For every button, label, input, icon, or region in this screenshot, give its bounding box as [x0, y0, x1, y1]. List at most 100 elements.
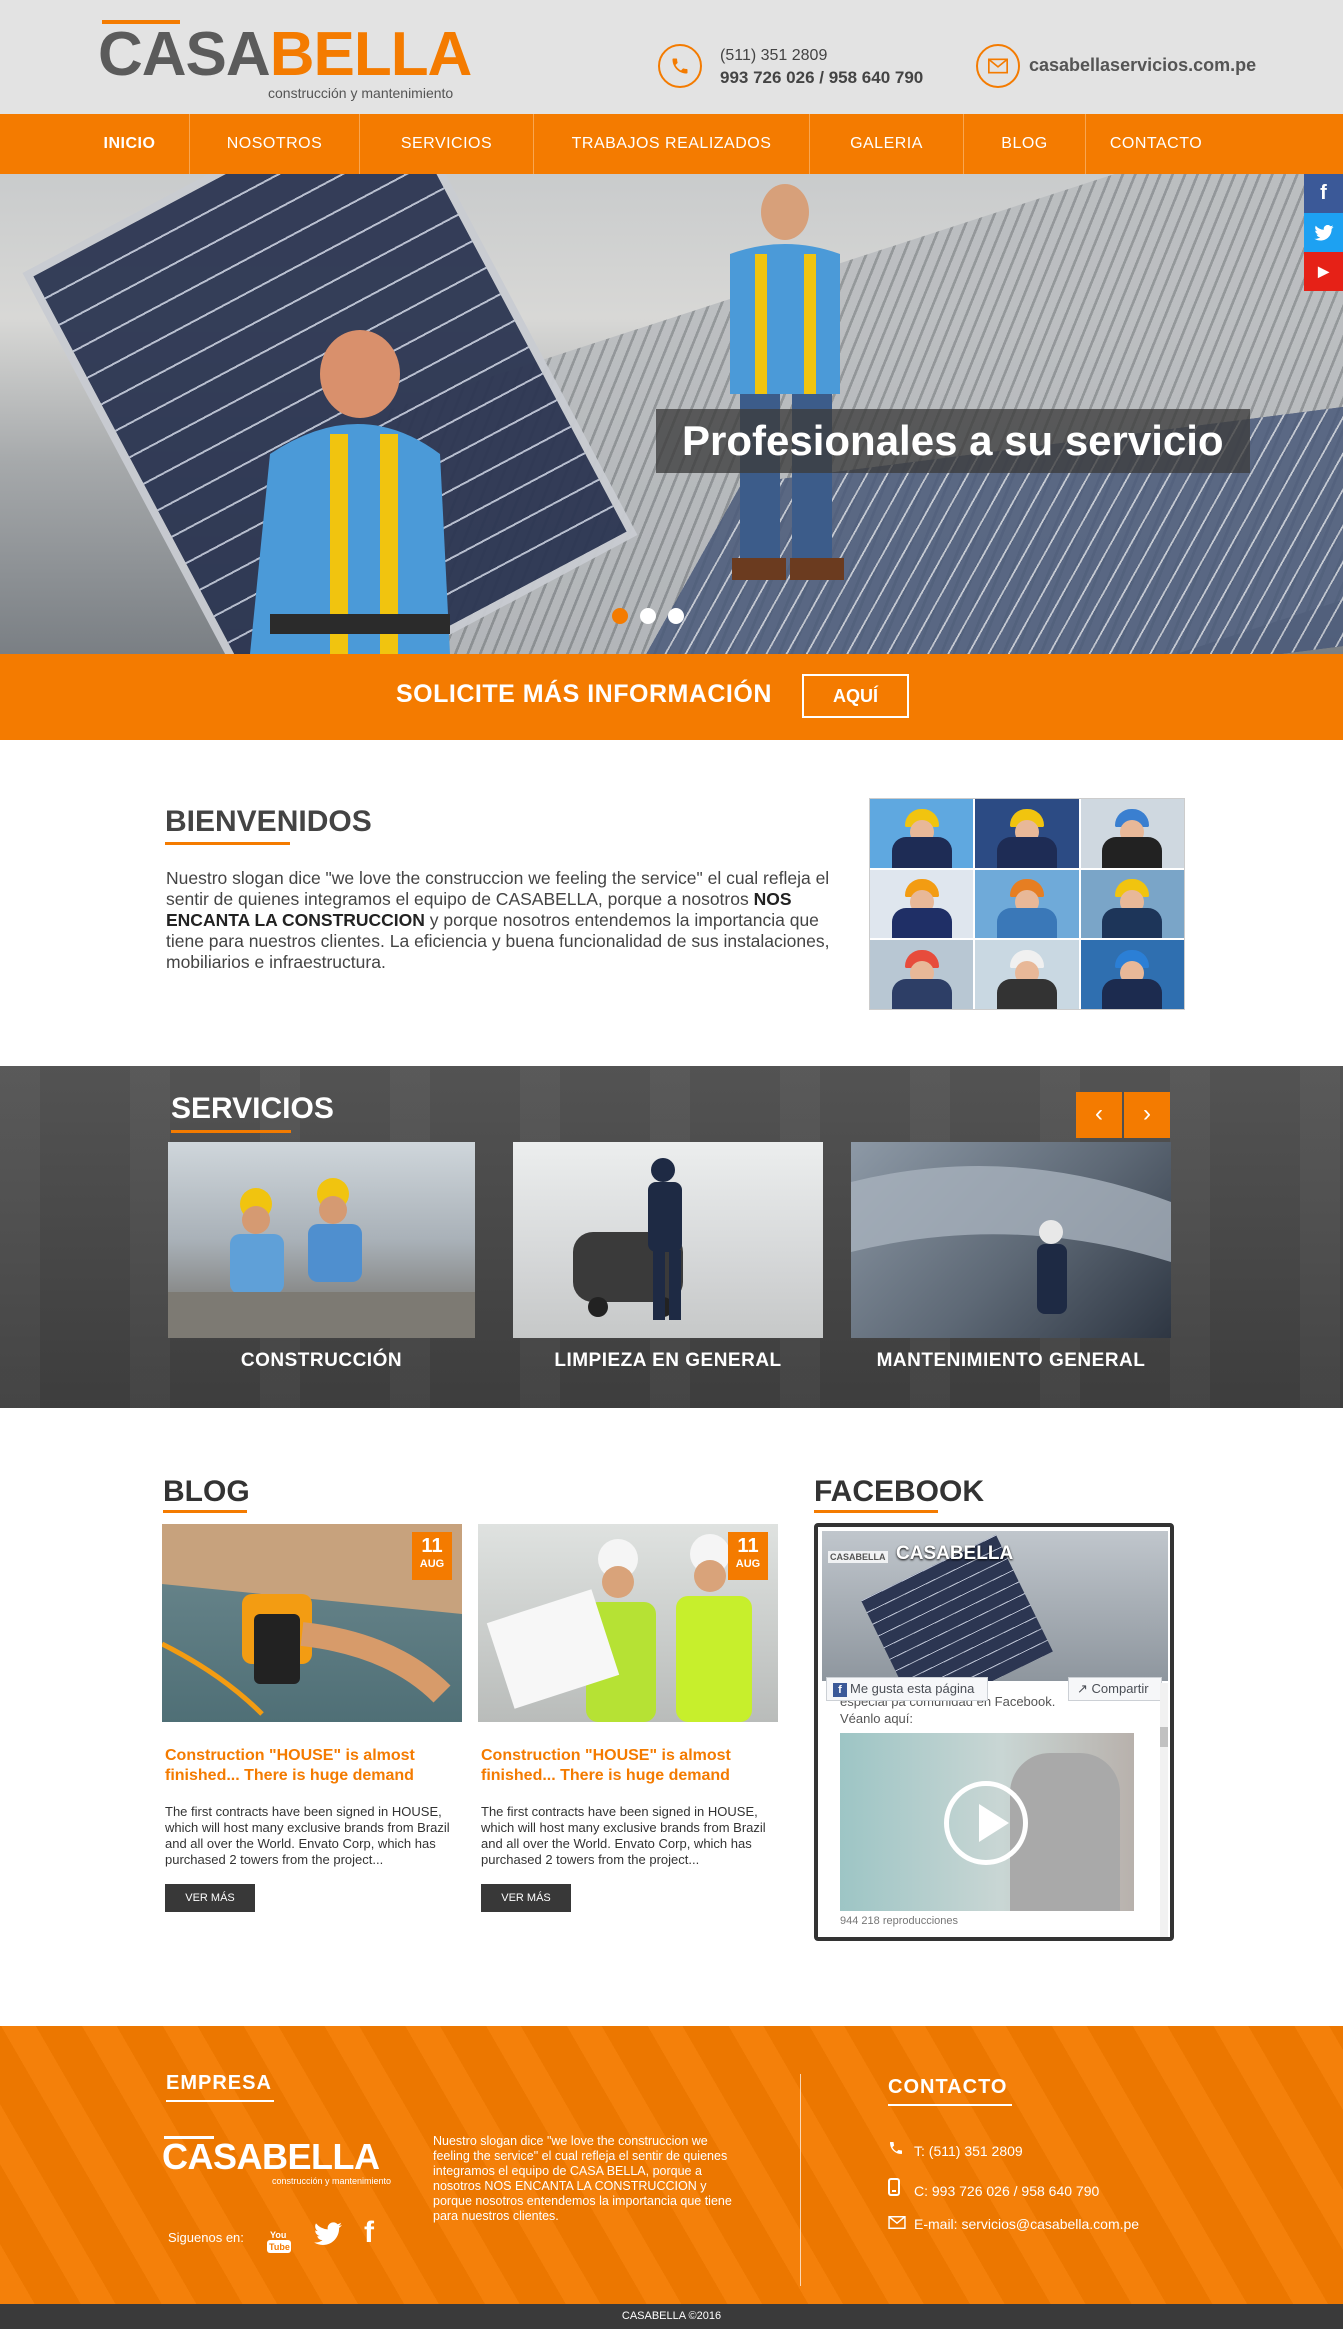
slider-dot-2[interactable] [640, 608, 656, 624]
facebook-video[interactable] [840, 1733, 1134, 1911]
nav-item-nosotros[interactable]: NOSOTROS [190, 114, 360, 174]
nav-item-contacto[interactable]: CONTACTO [1086, 114, 1226, 174]
twitter-icon[interactable] [314, 2222, 342, 2252]
youtube-icon[interactable]: You Tube [266, 2228, 292, 2257]
main-nav: INICIO NOSOTROS SERVICIOS TRABAJOS REALI… [0, 114, 1343, 174]
slider-dot-3[interactable] [668, 608, 684, 624]
svg-text:Tube: Tube [269, 2242, 290, 2252]
facebook-title-underline [814, 1510, 938, 1513]
facebook-icon[interactable]: f [1304, 174, 1343, 213]
cta-banner: SOLICITE MÁS INFORMACIÓN AQUÍ [0, 654, 1343, 740]
blog-post-1-read-more-button[interactable]: VER MÁS [165, 1884, 255, 1912]
service-label-limpieza[interactable]: LIMPIEZA EN GENERAL [513, 1350, 823, 1372]
blog-post-2-month: AUG [735, 1558, 761, 1570]
header-website: casabellaservicios.com.pe [976, 44, 1316, 94]
blog-post-2-excerpt: The first contracts have been signed in … [481, 1804, 766, 1867]
hero-worker-left [250, 330, 450, 654]
footer-logo[interactable]: CASABELLA construcción y mantenimiento [162, 2136, 402, 2186]
facebook-icon[interactable]: f [364, 2216, 374, 2250]
hero-slider[interactable]: Profesionales a su servicio [0, 174, 1343, 654]
youtube-icon[interactable]: ▶ [1304, 252, 1343, 291]
facebook-scroll-thumb[interactable] [1160, 1727, 1168, 1747]
phone-icon [888, 2140, 914, 2161]
blog-post-2-title[interactable]: Construction "HOUSE" is almost finished.… [481, 1746, 771, 1786]
site-logo[interactable]: CASABELLA construcción y mantenimiento [98, 18, 478, 104]
blog-post-1: 11 AUG Construction "HOUSE" is almost fi… [162, 1524, 462, 1912]
blog-title-underline [163, 1510, 247, 1513]
blog-post-2-image[interactable]: 11 AUG [478, 1524, 778, 1722]
twitter-icon[interactable] [1304, 213, 1343, 252]
facebook-share-button[interactable]: ↗ Compartir [1068, 1677, 1162, 1701]
blog-post-2: 11 AUG Construction "HOUSE" is almost fi… [478, 1524, 778, 1912]
service-label-mantenimiento[interactable]: MANTENIMIENTO GENERAL [851, 1350, 1171, 1372]
hero-worker-right [730, 184, 844, 580]
facebook-title: FACEBOOK [814, 1475, 985, 1508]
nav-item-trabajos-realizados[interactable]: TRABAJOS REALIZADOS [534, 114, 810, 174]
facebook-page-name[interactable]: CASABELLA [896, 1543, 1013, 1565]
footer-phone-text: T: (511) 351 2809 [914, 2143, 1023, 2159]
blog-post-1-title[interactable]: Construction "HOUSE" is almost finished.… [165, 1746, 455, 1786]
footer-contact-underline [888, 2104, 1012, 2106]
facebook-cover-image[interactable]: CASABELLA CASABELLA [822, 1531, 1168, 1681]
mobile-icon [888, 2178, 914, 2201]
header-website-link[interactable]: casabellaservicios.com.pe [1029, 55, 1256, 76]
blog-post-2-day: 11 [737, 1535, 759, 1557]
collage-photo-1 [870, 799, 974, 868]
blog-post-1-day: 11 [421, 1535, 443, 1557]
logo-part-casa: CASA [98, 20, 271, 89]
blog-post-1-image[interactable]: 11 AUG [162, 1524, 462, 1722]
facebook-video-views: 944 218 reproducciones [840, 1915, 959, 1927]
logo-part-bella: BELLA [269, 20, 473, 89]
svg-text:You: You [270, 2230, 286, 2240]
logo-tagline: construcción y mantenimiento [268, 85, 454, 101]
services-title: SERVICIOS [171, 1092, 334, 1125]
collage-photo-4 [870, 869, 974, 939]
blog-post-2-read-more-button[interactable]: VER MÁS [481, 1884, 571, 1912]
footer-about-text: Nuestro slogan dice "we love the constru… [433, 2134, 732, 2223]
collage-photo-2 [975, 799, 1079, 868]
cleaning-machine-image [573, 1158, 683, 1320]
service-card-mantenimiento[interactable] [851, 1142, 1171, 1338]
slider-dot-1[interactable] [612, 608, 628, 624]
workers-collage [869, 798, 1185, 1010]
service-card-limpieza[interactable] [513, 1142, 823, 1338]
facebook-like-icon: f [833, 1683, 847, 1697]
facebook-scrollbar[interactable] [1160, 1683, 1168, 1937]
mail-icon [976, 44, 1020, 88]
collage-photo-8 [975, 940, 1079, 1009]
service-card-construccion[interactable] [168, 1142, 475, 1338]
footer-phone: T: (511) 351 2809 [888, 2140, 1023, 2161]
services-next-button[interactable]: › [1124, 1092, 1170, 1138]
site-footer: EMPRESA CASABELLA construcción y manteni… [0, 2026, 1343, 2304]
facebook-like-button[interactable]: f Me gusta esta página [826, 1677, 988, 1701]
services-prev-button[interactable]: ‹ [1076, 1092, 1122, 1138]
nav-item-galeria[interactable]: GALERIA [810, 114, 964, 174]
nav-item-inicio[interactable]: INICIO [70, 114, 190, 174]
collage-photo-5 [975, 869, 1079, 939]
nav-item-blog[interactable]: BLOG [964, 114, 1086, 174]
hero-caption: Profesionales a su servicio [656, 409, 1250, 473]
footer-logo-tagline: construcción y mantenimiento [272, 2176, 392, 2186]
blog-title: BLOG [163, 1475, 250, 1508]
maintenance-image [851, 1166, 1171, 1314]
footer-cell: C: 993 726 026 / 958 640 790 [888, 2178, 1099, 2201]
welcome-title: BIENVENIDOS [165, 805, 372, 838]
footer-company-underline [166, 2100, 274, 2102]
site-header: CASABELLA construcción y mantenimiento (… [0, 0, 1343, 114]
logo-wordmark: CASABELLA [98, 20, 473, 89]
header-phone: (511) 351 2809 993 726 026 / 958 640 790 [658, 44, 988, 94]
nav-item-servicios[interactable]: SERVICIOS [360, 114, 534, 174]
blog-post-2-date: 11 AUG [728, 1532, 768, 1580]
collage-photo-3 [1080, 799, 1184, 868]
facebook-widget[interactable]: CASABELLA CASABELLA especial pa comunida… [814, 1523, 1174, 1941]
service-label-construccion[interactable]: CONSTRUCCIÓN [168, 1350, 475, 1372]
footer-email-text[interactable]: E-mail: servicios@casabella.com.pe [914, 2216, 1139, 2232]
phone-icon [658, 44, 702, 88]
footer-follow-label: Siguenos en: [168, 2230, 244, 2245]
footer-email: E-mail: servicios@casabella.com.pe [888, 2216, 1139, 2234]
collage-photo-9 [1080, 940, 1184, 1009]
cta-button[interactable]: AQUÍ [802, 674, 909, 718]
facebook-mini-logo: CASABELLA [828, 1551, 888, 1563]
play-icon[interactable] [944, 1781, 1028, 1865]
header-phone-line-1: (511) 351 2809 [720, 47, 828, 64]
